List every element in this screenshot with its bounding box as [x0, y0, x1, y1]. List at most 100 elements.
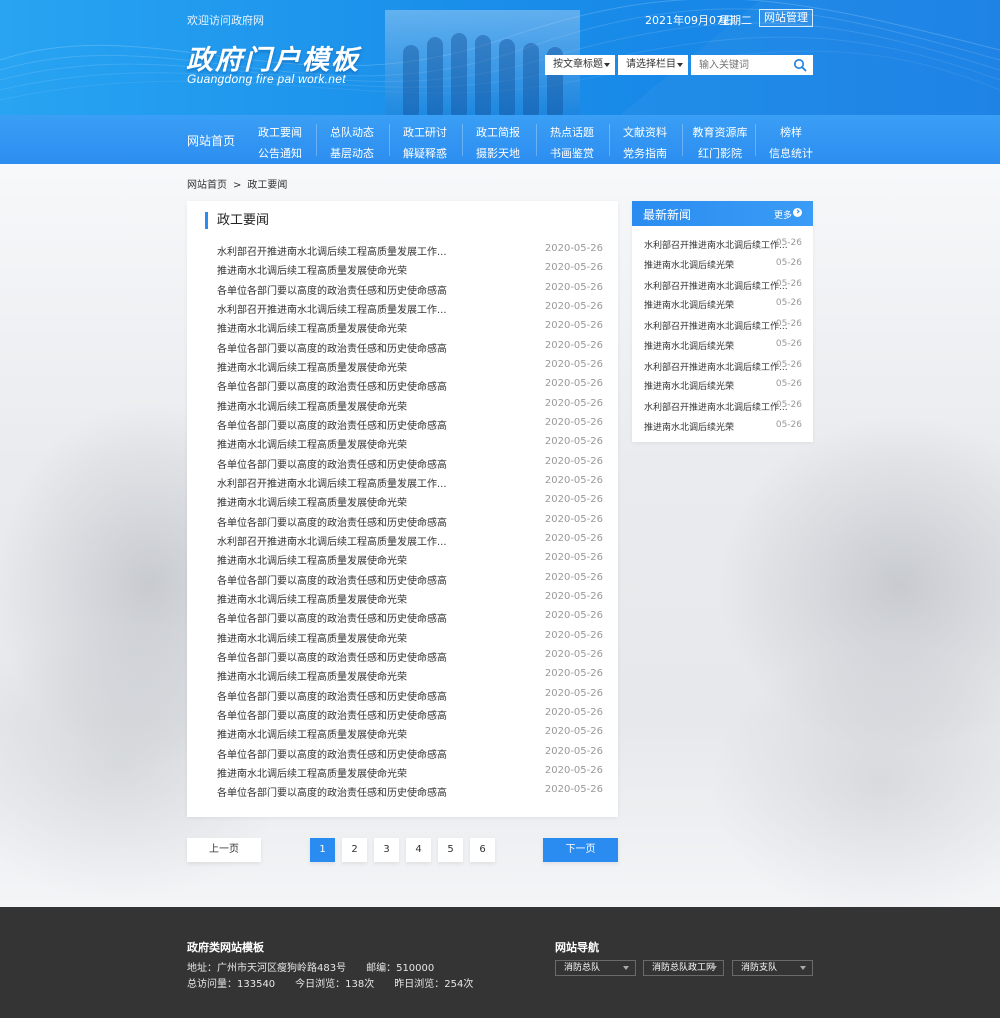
news-list-item[interactable]: 推进南水北调后续工程高质量发展使命光荣 2020-05-26 — [217, 630, 603, 646]
nav-link-bottom[interactable]: 基层动态 — [317, 145, 387, 161]
footer-nav-select[interactable]: 消防总队 — [555, 960, 636, 976]
news-title[interactable]: 各单位各部门要以高度的政治责任感和历史使命感高 — [217, 707, 447, 722]
nav-link-bottom[interactable]: 红门影院 — [683, 145, 757, 161]
latest-news-item[interactable]: 水利部召开推进南水北调后续工作... 05-26 — [644, 400, 802, 414]
news-title[interactable]: 推进南水北调后续工程高质量发展使命光荣 — [217, 262, 407, 277]
latest-news-item[interactable]: 水利部召开推进南水北调后续工作... 05-26 — [644, 360, 802, 374]
news-list-item[interactable]: 推进南水北调后续工程高质量发展使命光荣 2020-05-26 — [217, 765, 603, 781]
news-title[interactable]: 推进南水北调后续工程高质量发展使命光荣 — [217, 726, 407, 741]
latest-news-title-text[interactable]: 推进南水北调后续光荣 — [644, 379, 734, 392]
page-number-button[interactable]: 2 — [342, 838, 367, 862]
news-title[interactable]: 推进南水北调后续工程高质量发展使命光荣 — [217, 494, 407, 509]
nav-link-top[interactable]: 热点话题 — [537, 124, 607, 140]
search-column-select[interactable]: 请选择栏目 — [618, 55, 688, 75]
nav-link-top[interactable]: 教育资源库 — [683, 124, 757, 140]
news-list-item[interactable]: 各单位各部门要以高度的政治责任感和历史使命感高 2020-05-26 — [217, 784, 603, 800]
news-list-item[interactable]: 推进南水北调后续工程高质量发展使命光荣 2020-05-26 — [217, 668, 603, 684]
news-list-item[interactable]: 各单位各部门要以高度的政治责任感和历史使命感高 2020-05-26 — [217, 417, 603, 433]
news-title[interactable]: 水利部召开推进南水北调后续工程高质量发展工作... — [217, 533, 447, 548]
nav-link-top[interactable]: 政工要闻 — [245, 124, 315, 140]
nav-home-link[interactable]: 网站首页 — [187, 132, 235, 149]
latest-news-item[interactable]: 推进南水北调后续光荣 05-26 — [644, 298, 802, 312]
news-title[interactable]: 各单位各部门要以高度的政治责任感和历史使命感高 — [217, 649, 447, 664]
news-title[interactable]: 推进南水北调后续工程高质量发展使命光荣 — [217, 591, 407, 606]
news-title[interactable]: 各单位各部门要以高度的政治责任感和历史使命感高 — [217, 688, 447, 703]
latest-news-title-text[interactable]: 推进南水北调后续光荣 — [644, 339, 734, 352]
news-title[interactable]: 各单位各部门要以高度的政治责任感和历史使命感高 — [217, 514, 447, 529]
news-list-item[interactable]: 各单位各部门要以高度的政治责任感和历史使命感高 2020-05-26 — [217, 282, 603, 298]
nav-link-top[interactable]: 政工研讨 — [390, 124, 460, 140]
news-title[interactable]: 各单位各部门要以高度的政治责任感和历史使命感高 — [217, 610, 447, 625]
news-title[interactable]: 水利部召开推进南水北调后续工程高质量发展工作... — [217, 475, 447, 490]
latest-news-title-text[interactable]: 推进南水北调后续光荣 — [644, 298, 734, 311]
news-title[interactable]: 各单位各部门要以高度的政治责任感和历史使命感高 — [217, 378, 447, 393]
nav-link-top[interactable]: 政工简报 — [463, 124, 533, 140]
news-title[interactable]: 推进南水北调后续工程高质量发展使命光荣 — [217, 630, 407, 645]
news-title[interactable]: 各单位各部门要以高度的政治责任感和历史使命感高 — [217, 340, 447, 355]
news-title[interactable]: 推进南水北调后续工程高质量发展使命光荣 — [217, 668, 407, 683]
news-list-item[interactable]: 推进南水北调后续工程高质量发展使命光荣 2020-05-26 — [217, 436, 603, 452]
next-page-button[interactable]: 下一页 — [543, 838, 618, 862]
latest-news-item[interactable]: 水利部召开推进南水北调后续工作... 05-26 — [644, 319, 802, 333]
news-title[interactable]: 推进南水北调后续工程高质量发展使命光荣 — [217, 359, 407, 374]
latest-news-title-text[interactable]: 水利部召开推进南水北调后续工作... — [644, 238, 788, 251]
nav-link-bottom[interactable]: 摄影天地 — [463, 145, 533, 161]
breadcrumb-home-link[interactable]: 网站首页 — [187, 180, 227, 191]
latest-news-title-text[interactable]: 推进南水北调后续光荣 — [644, 258, 734, 271]
latest-news-item[interactable]: 推进南水北调后续光荣 05-26 — [644, 339, 802, 353]
news-title[interactable]: 各单位各部门要以高度的政治责任感和历史使命感高 — [217, 572, 447, 587]
news-title[interactable]: 各单位各部门要以高度的政治责任感和历史使命感高 — [217, 456, 447, 471]
page-number-button[interactable]: 5 — [438, 838, 463, 862]
latest-news-item[interactable]: 推进南水北调后续光荣 05-26 — [644, 258, 802, 272]
news-title[interactable]: 各单位各部门要以高度的政治责任感和历史使命感高 — [217, 746, 447, 761]
latest-news-title-text[interactable]: 水利部召开推进南水北调后续工作... — [644, 400, 788, 413]
footer-nav-select[interactable]: 消防支队 — [732, 960, 813, 976]
news-list-item[interactable]: 推进南水北调后续工程高质量发展使命光荣 2020-05-26 — [217, 591, 603, 607]
news-title[interactable]: 推进南水北调后续工程高质量发展使命光荣 — [217, 552, 407, 567]
more-link[interactable]: 更多 — [774, 208, 792, 221]
news-title[interactable]: 推进南水北调后续工程高质量发展使命光荣 — [217, 765, 407, 780]
news-list-item[interactable]: 推进南水北调后续工程高质量发展使命光荣 2020-05-26 — [217, 398, 603, 414]
news-list-item[interactable]: 水利部召开推进南水北调后续工程高质量发展工作... 2020-05-26 — [217, 533, 603, 549]
news-title[interactable]: 推进南水北调后续工程高质量发展使命光荣 — [217, 398, 407, 413]
breadcrumb-current[interactable]: 政工要闻 — [247, 180, 287, 191]
prev-page-button[interactable]: 上一页 — [187, 838, 261, 862]
news-list-item[interactable]: 各单位各部门要以高度的政治责任感和历史使命感高 2020-05-26 — [217, 610, 603, 626]
nav-link-top[interactable]: 榜样 — [756, 124, 826, 140]
latest-news-item[interactable]: 水利部召开推进南水北调后续工作... 05-26 — [644, 279, 802, 293]
news-list-item[interactable]: 各单位各部门要以高度的政治责任感和历史使命感高 2020-05-26 — [217, 514, 603, 530]
news-title[interactable]: 推进南水北调后续工程高质量发展使命光荣 — [217, 436, 407, 451]
news-title[interactable]: 水利部召开推进南水北调后续工程高质量发展工作... — [217, 301, 447, 316]
page-number-button[interactable]: 4 — [406, 838, 431, 862]
nav-link-bottom[interactable]: 解疑释惑 — [390, 145, 460, 161]
latest-news-item[interactable]: 推进南水北调后续光荣 05-26 — [644, 379, 802, 393]
news-list-item[interactable]: 各单位各部门要以高度的政治责任感和历史使命感高 2020-05-26 — [217, 340, 603, 356]
nav-link-bottom[interactable]: 书画鉴赏 — [537, 145, 607, 161]
news-list-item[interactable]: 各单位各部门要以高度的政治责任感和历史使命感高 2020-05-26 — [217, 456, 603, 472]
page-number-button[interactable]: 1 — [310, 838, 335, 862]
news-title[interactable]: 推进南水北调后续工程高质量发展使命光荣 — [217, 320, 407, 335]
news-list-item[interactable]: 各单位各部门要以高度的政治责任感和历史使命感高 2020-05-26 — [217, 378, 603, 394]
news-list-item[interactable]: 各单位各部门要以高度的政治责任感和历史使命感高 2020-05-26 — [217, 707, 603, 723]
latest-news-title-text[interactable]: 水利部召开推进南水北调后续工作... — [644, 279, 788, 292]
news-list-item[interactable]: 推进南水北调后续工程高质量发展使命光荣 2020-05-26 — [217, 726, 603, 742]
news-list-item[interactable]: 水利部召开推进南水北调后续工程高质量发展工作... 2020-05-26 — [217, 475, 603, 491]
news-title[interactable]: 各单位各部门要以高度的政治责任感和历史使命感高 — [217, 417, 447, 432]
latest-news-title-text[interactable]: 水利部召开推进南水北调后续工作... — [644, 319, 788, 332]
news-title[interactable]: 各单位各部门要以高度的政治责任感和历史使命感高 — [217, 282, 447, 297]
news-list-item[interactable]: 推进南水北调后续工程高质量发展使命光荣 2020-05-26 — [217, 359, 603, 375]
search-type-select[interactable]: 按文章标题 — [545, 55, 615, 75]
nav-link-bottom[interactable]: 党务指南 — [610, 145, 680, 161]
news-title[interactable]: 水利部召开推进南水北调后续工程高质量发展工作... — [217, 243, 447, 258]
news-list-item[interactable]: 水利部召开推进南水北调后续工程高质量发展工作... 2020-05-26 — [217, 301, 603, 317]
news-title[interactable]: 各单位各部门要以高度的政治责任感和历史使命感高 — [217, 784, 447, 799]
news-list-item[interactable]: 各单位各部门要以高度的政治责任感和历史使命感高 2020-05-26 — [217, 688, 603, 704]
latest-news-title-text[interactable]: 推进南水北调后续光荣 — [644, 420, 734, 433]
news-list-item[interactable]: 推进南水北调后续工程高质量发展使命光荣 2020-05-26 — [217, 262, 603, 278]
news-list-item[interactable]: 各单位各部门要以高度的政治责任感和历史使命感高 2020-05-26 — [217, 746, 603, 762]
news-list-item[interactable]: 推进南水北调后续工程高质量发展使命光荣 2020-05-26 — [217, 320, 603, 336]
nav-link-bottom[interactable]: 信息统计 — [756, 145, 826, 161]
nav-link-top[interactable]: 文献资料 — [610, 124, 680, 140]
news-list-item[interactable]: 推进南水北调后续工程高质量发展使命光荣 2020-05-26 — [217, 494, 603, 510]
latest-news-item[interactable]: 推进南水北调后续光荣 05-26 — [644, 420, 802, 434]
